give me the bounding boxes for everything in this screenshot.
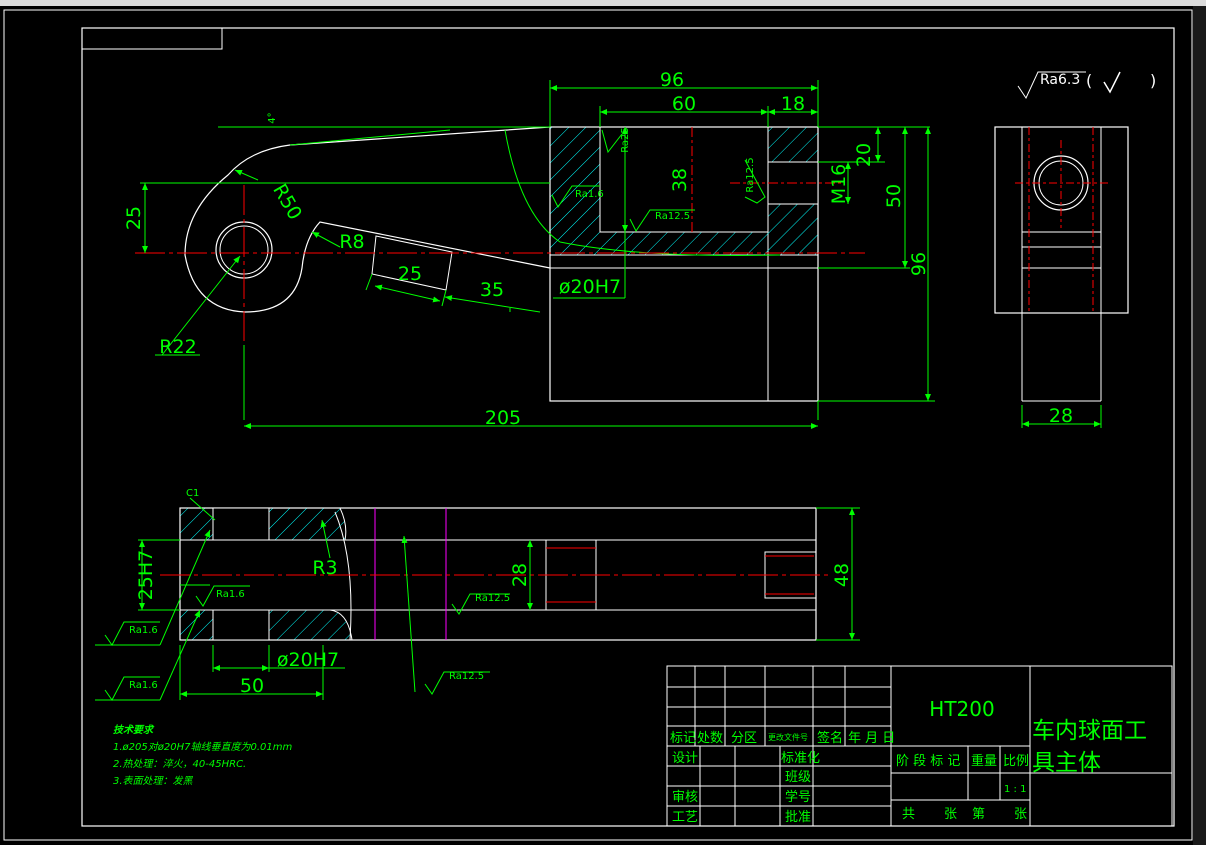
dim-28-bottom: 28 [509,563,531,587]
tb-sheets-2: 张 [1014,807,1027,822]
tb-scale-value: 1 : 1 [1004,784,1026,795]
front-view: 96 60 18 4° 25 R50 R8 25 35 ø20H7 R22 20… [123,69,935,429]
notes-title: 技术要求 [113,724,155,736]
dim-96-top: 96 [660,69,684,91]
notes-line-2: 2.热处理：淬火，40-45HRC. [113,758,246,770]
material: HT200 [929,697,994,721]
cad-drawing: 96 60 18 4° 25 R50 R8 25 35 ø20H7 R22 20… [0,0,1206,845]
dim-c1: C1 [186,488,199,499]
tb-weight: 重量 [971,753,997,769]
dim-50-bottom: 50 [240,675,264,697]
dim-25-slot: 25 [398,263,422,285]
dim-205: 205 [485,407,521,429]
tb-sheets-1: 张 [944,807,957,822]
dim-4deg: 4° [267,112,278,123]
part-name-line-2: 具主体 [1032,750,1101,776]
tb-doc-no: 更改文件号 [768,732,808,742]
dim-20: 20 [853,143,875,167]
dim-r22: R22 [159,336,196,358]
tb-review: 审核 [672,790,698,805]
general-roughness: Ra6.3 ( ) [1017,71,1156,100]
roughness-ra16-d: Ra1.6 [216,589,245,600]
roughness-ra125-b: Ra12.5 [745,157,756,192]
dim-48: 48 [831,563,853,587]
part-name-line-1: 车内球面工 [1032,718,1147,744]
roughness-paren-close: ) [1150,71,1156,90]
tb-total: 共 [902,807,915,822]
tb-stage: 阶 段 标 记 [896,754,960,769]
dim-phi20h7-top: ø20H7 [559,276,621,298]
tb-zone: 分区 [731,731,757,746]
roughness-ra63: Ra6.3 [1040,72,1080,88]
tb-date: 年 月 日 [848,731,895,746]
tb-mark: 标记 [670,731,696,746]
tb-process: 工艺 [672,810,698,825]
tb-nth: 第 [972,807,985,822]
dim-r3: R3 [312,557,337,579]
dim-25h7: 25H7 [135,550,157,601]
tb-sign: 签名 [817,730,843,746]
tb-student-no: 学号 [785,789,811,805]
title-block [666,665,1173,827]
notes-line-1: 1.ø205对ø20H7轴线垂直度为0.01mm [113,741,292,753]
dim-r50: R50 [268,180,306,223]
roughness-ra16-a: Ra1.6 [575,189,604,200]
technical-notes: 技术要求 1.ø205对ø20H7轴线垂直度为0.01mm 2.热处理：淬火，4… [113,724,292,787]
tb-scale: 比例 [1003,754,1029,769]
tb-count: 处数 [697,731,723,746]
dim-28-side: 28 [1049,405,1073,427]
roughness-ra125-c: Ra12.5 [475,593,510,604]
roughness-ra125-a: Ra12.5 [655,211,690,222]
dim-m16: M16 [828,164,850,205]
dim-50-right: 50 [883,184,905,208]
corner-box [81,27,223,50]
side-view: 28 [994,126,1129,428]
tb-class: 班级 [785,770,811,785]
roughness-ra25: Ra25 [620,127,631,153]
tb-standard: 标准化 [781,751,820,766]
roughness-ra16-b: Ra1.6 [129,625,158,636]
dim-25-left: 25 [123,206,145,230]
dim-35: 35 [480,279,504,301]
dim-38: 38 [669,168,691,192]
notes-line-3: 3.表面处理：发黑 [113,775,194,787]
dim-r8: R8 [339,231,364,253]
roughness-ra125-d: Ra12.5 [449,671,484,682]
roughness-paren-open: ( [1086,71,1092,90]
dim-phi20h7-bottom: ø20H7 [277,649,339,671]
window-scroll-strip[interactable] [0,0,1206,6]
right-border [1193,6,1206,845]
tb-approve: 批准 [785,810,811,825]
bottom-view: Ra1.6 Ra1.6 Ra1.6 Ra12.5 Ra12.5 C1 25H7 … [95,488,860,701]
roughness-ra16-c: Ra1.6 [129,680,158,691]
dim-96-right: 96 [908,252,930,276]
dim-18: 18 [781,93,805,115]
dim-60: 60 [672,93,696,115]
tb-design: 设计 [672,751,698,766]
